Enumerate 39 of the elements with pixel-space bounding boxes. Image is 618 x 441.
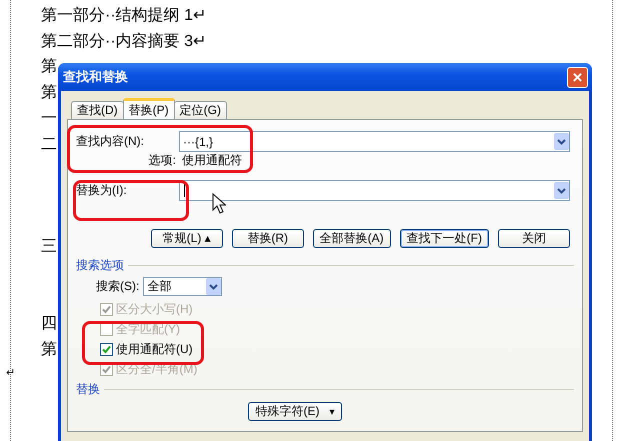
options-label: 选项:: [148, 152, 176, 168]
mouse-pointer-icon: [212, 193, 226, 215]
document-line: 一: [41, 108, 57, 129]
document-line: 三: [41, 237, 57, 258]
dialog-button[interactable]: 全部替换(A): [312, 229, 391, 248]
document-line: 第一部分··结构提纲 1↵: [41, 6, 206, 26]
checkbox-label: 区分大小写(H): [116, 300, 193, 318]
dialog-button[interactable]: 替换(R): [232, 229, 304, 248]
dropdown-icon[interactable]: [206, 278, 222, 295]
document-line: 第: [41, 340, 57, 360]
find-field[interactable]: ···{1,}: [179, 131, 570, 152]
document-line: 四: [41, 314, 57, 334]
dialog-button[interactable]: 关闭: [498, 229, 570, 248]
options-value: 使用通配符: [182, 152, 242, 168]
document-line: 第: [41, 83, 57, 104]
replace-field[interactable]: [179, 180, 570, 201]
find-label: 查找内容(N):: [76, 133, 145, 150]
replace-label: 替换为(I):: [76, 182, 128, 199]
group-heading: 搜索选项: [76, 257, 124, 274]
dialog-button[interactable]: 查找下一处(F): [400, 229, 489, 248]
window-title: 查找和替换: [63, 68, 128, 86]
document-line: 第: [41, 57, 57, 78]
tab[interactable]: 查找(D): [71, 101, 124, 119]
document-line: 第二部分··内容摘要 3↵: [41, 32, 206, 52]
checkbox[interactable]: [100, 342, 113, 356]
group-heading: 替换: [76, 381, 100, 398]
tab[interactable]: 定位(G): [174, 101, 227, 119]
document-line: 二: [41, 134, 57, 154]
dropdown-icon[interactable]: [554, 133, 569, 150]
search-select[interactable]: 全部: [143, 277, 222, 296]
paragraph-mark: ↵: [6, 366, 16, 379]
dropdown-icon[interactable]: [554, 182, 569, 199]
text-caret: [184, 184, 185, 197]
dialog-button[interactable]: 常规(L) ▴: [150, 229, 223, 248]
special-characters-button[interactable]: 特殊字符(E) ▾: [248, 402, 342, 421]
checkbox-label: 使用通配符(U): [116, 340, 193, 358]
close-button[interactable]: ×: [567, 66, 588, 88]
search-label: 搜索(S):: [96, 278, 140, 295]
tab[interactable]: 替换(P): [122, 98, 175, 119]
